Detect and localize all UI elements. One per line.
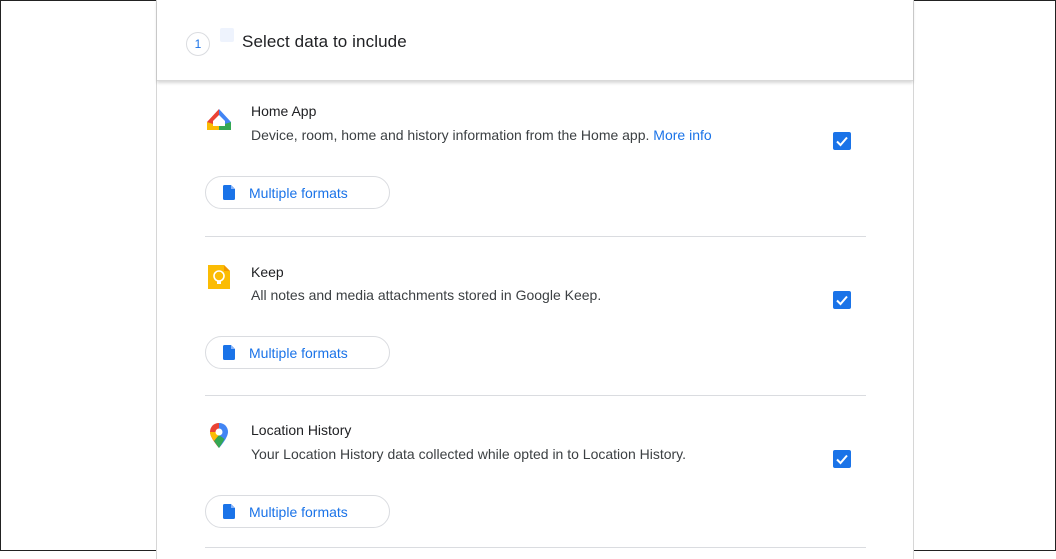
- more-info-link[interactable]: More info: [653, 127, 711, 143]
- checkmark-icon: [836, 136, 848, 147]
- product-item-home-app: Home App Device, room, home and history …: [205, 99, 867, 219]
- item-title: Location History: [251, 422, 352, 438]
- item-divider: [205, 236, 866, 237]
- product-item-keep: Keep All notes and media attachments sto…: [205, 259, 867, 379]
- item-checkbox-home-app[interactable]: [833, 132, 851, 150]
- location-history-icon: [205, 421, 233, 449]
- multiple-formats-button[interactable]: Multiple formats: [205, 495, 390, 528]
- checkmark-icon: [836, 295, 848, 306]
- item-description: Your Location History data collected whi…: [251, 446, 687, 462]
- item-description-text: Device, room, home and history informati…: [251, 127, 650, 143]
- multiple-formats-button[interactable]: Multiple formats: [205, 176, 390, 209]
- format-label: Multiple formats: [249, 504, 348, 520]
- item-divider: [205, 547, 866, 548]
- file-icon: [223, 504, 235, 519]
- step-header: 1 Select data to include: [157, 0, 913, 81]
- format-label: Multiple formats: [249, 345, 348, 361]
- item-title: Keep: [251, 264, 284, 280]
- item-checkbox-keep[interactable]: [833, 291, 851, 309]
- format-label: Multiple formats: [249, 185, 348, 201]
- export-panel: 1 Select data to include Home App Device…: [156, 0, 914, 559]
- step-title: Select data to include: [242, 32, 407, 51]
- home-app-icon: [205, 106, 233, 134]
- item-checkbox-location-history[interactable]: [833, 450, 851, 468]
- step-number-badge: 1: [186, 32, 210, 56]
- item-divider: [205, 395, 866, 396]
- file-icon: [223, 345, 235, 360]
- multiple-formats-button[interactable]: Multiple formats: [205, 336, 390, 369]
- step-ghost-icon: [220, 28, 234, 42]
- item-description: Device, room, home and history informati…: [251, 127, 712, 143]
- file-icon: [223, 185, 235, 200]
- item-description: All notes and media attachments stored i…: [251, 287, 602, 303]
- keep-icon: [205, 263, 233, 291]
- checkmark-icon: [836, 454, 848, 465]
- product-item-location-history: Location History Your Location History d…: [205, 417, 867, 537]
- item-title: Home App: [251, 103, 317, 119]
